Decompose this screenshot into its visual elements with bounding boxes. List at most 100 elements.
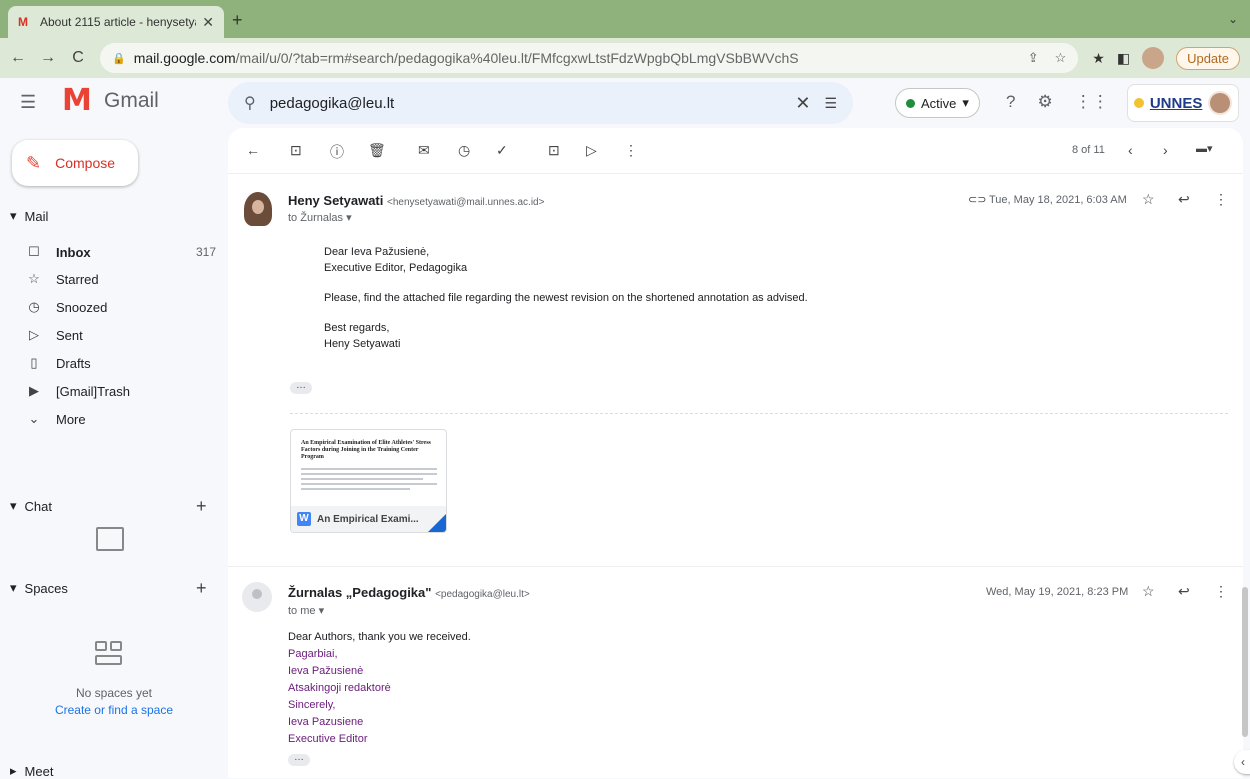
sidebar-item-trash[interactable]: ▶ [Gmail]Trash [26, 383, 216, 399]
attachment-icon: ⊂⊃ [968, 194, 987, 206]
status-label: Active [921, 95, 957, 111]
report-spam-icon[interactable]: ⓘ [330, 142, 344, 162]
main-menu-icon[interactable]: ☰ [20, 92, 36, 113]
sender-name[interactable]: Žurnalas „Pedagogika" [288, 585, 431, 600]
sidebar-item-drafts[interactable]: ▯ Drafts [26, 355, 216, 371]
compose-button[interactable]: ✎ Compose [12, 140, 138, 186]
more-options-icon[interactable]: ⋮ [1214, 191, 1228, 208]
star-icon[interactable]: ☆ [1142, 191, 1155, 208]
mark-unread-icon[interactable]: ✉ [418, 142, 430, 159]
url-path: /mail/u/0/?tab=rm#search/pedagogika%40le… [235, 50, 799, 66]
show-trimmed-content-button[interactable]: … [288, 753, 310, 766]
older-icon[interactable]: › [1163, 142, 1168, 158]
new-chat-plus-icon[interactable]: + [196, 496, 207, 517]
recipient-details[interactable]: to Žurnalas ▾ [288, 211, 352, 224]
gmail-favicon-icon: M [18, 15, 28, 29]
chevron-down-icon: ▾ [962, 95, 969, 110]
apps-grid-icon[interactable]: ⋮⋮ [1075, 92, 1109, 112]
address-bar[interactable]: 🔒 mail.google.com/mail/u/0/?tab=rm#searc… [100, 43, 1079, 73]
chat-section-label: Chat [24, 498, 52, 514]
message-sender: Žurnalas „Pedagogika" <pedagogika@leu.lt… [288, 585, 530, 600]
attachment-card[interactable]: An Empirical Examination of Elite Athlet… [290, 429, 447, 533]
pencil-icon: ✎ [26, 152, 42, 173]
extensions-icon[interactable]: ★ [1092, 50, 1105, 67]
sender-avatar[interactable] [244, 192, 272, 226]
scrollbar-thumb[interactable] [1242, 587, 1248, 737]
settings-gear-icon[interactable]: ⚙ [1037, 92, 1052, 112]
back-to-list-icon[interactable]: ← [246, 142, 260, 158]
recipient-details[interactable]: to me ▾ [288, 604, 324, 617]
reply-icon[interactable]: ↩ [1178, 583, 1190, 600]
chat-section-header[interactable]: ▾ Chat + [10, 496, 207, 516]
clear-search-icon[interactable]: ✕ [795, 93, 810, 114]
bookmark-star-icon[interactable]: ☆ [1055, 50, 1067, 66]
mail-section-header[interactable]: ▾ Mail [10, 208, 48, 224]
meet-section-header[interactable]: ▸ Meet [10, 763, 53, 779]
spaces-section-header[interactable]: ▾ Spaces + [10, 578, 207, 598]
page-counter: 8 of 11 [1072, 144, 1105, 156]
close-tab-icon[interactable]: ✕ [202, 14, 214, 31]
sidebar-item-sent[interactable]: ▷ Sent [26, 327, 216, 343]
body-line: Please, find the attached file regarding… [324, 292, 808, 304]
gmail-logo[interactable]: M Gmail [62, 86, 159, 116]
body-line: Heny Setyawati [324, 338, 401, 350]
delete-icon[interactable]: 🗑 [368, 142, 386, 159]
spaces-section-label: Spaces [24, 580, 68, 596]
input-tools-icon[interactable]: ▬▾ [1196, 142, 1213, 155]
sender-avatar-placeholder[interactable] [242, 582, 272, 612]
star-icon[interactable]: ☆ [1142, 583, 1155, 600]
sidebar-item-label: [Gmail]Trash [56, 383, 130, 399]
show-trimmed-content-button[interactable]: … [290, 381, 312, 394]
search-bar[interactable]: ⚲ pedagogika@leu.lt ✕ ☰ [228, 82, 853, 124]
sender-email: <henysetyawati@mail.unnes.ac.id> [387, 197, 545, 208]
move-to-icon[interactable]: ⊡ [548, 142, 560, 159]
body-line: Best regards, [324, 322, 390, 334]
sidebar-item-starred[interactable]: ☆ Starred [26, 271, 216, 287]
account-switcher[interactable]: UNNES [1127, 84, 1239, 122]
more-options-icon[interactable]: ⋮ [1214, 583, 1228, 600]
sidebar-item-more[interactable]: ⌄ More [26, 411, 216, 427]
doc-corner-fold [428, 514, 446, 532]
signature-line: Pagarbiai, [288, 648, 338, 660]
update-button[interactable]: Update [1176, 46, 1240, 70]
sidebar-item-inbox[interactable]: ☐ Inbox 317 [26, 244, 216, 260]
sidebar-item-label: Starred [56, 271, 99, 287]
reply-icon[interactable]: ↩ [1178, 191, 1190, 208]
search-options-icon[interactable]: ☰ [824, 95, 837, 112]
label-icon[interactable]: ▷ [586, 142, 597, 159]
tab-search-chevron-icon[interactable]: ⌄ [1228, 12, 1238, 26]
message-date: Wed, May 19, 2021, 8:23 PM [986, 586, 1129, 598]
sidebar-item-label: Inbox [56, 244, 91, 260]
share-icon[interactable]: ⇪ [1028, 50, 1039, 66]
attachment-filename: An Empirical Exami... [317, 513, 419, 525]
forward-icon[interactable]: → [40, 49, 56, 67]
new-space-plus-icon[interactable]: + [196, 578, 207, 599]
help-icon[interactable]: ? [1006, 92, 1015, 112]
attachment-preview-title: An Empirical Examination of Elite Athlet… [301, 440, 431, 460]
sidebar-item-label: More [56, 411, 86, 427]
sidebar: ✎ Compose ▾ Mail ☐ Inbox 317 ☆ Starred ◷… [0, 128, 228, 779]
newer-icon[interactable]: ‹ [1128, 142, 1133, 158]
add-task-icon[interactable]: ✓ [496, 142, 508, 159]
new-tab-icon[interactable]: + [232, 10, 243, 31]
snooze-icon[interactable]: ◷ [458, 142, 470, 159]
search-icon[interactable]: ⚲ [244, 93, 256, 113]
browser-tab[interactable]: M About 2115 article - henysetya ✕ [8, 6, 224, 38]
side-panel-icon[interactable]: ◧ [1117, 50, 1130, 67]
reload-icon[interactable]: C [70, 49, 86, 67]
sender-name[interactable]: Heny Setyawati [288, 193, 383, 208]
caret-down-icon: ▾ [10, 208, 17, 223]
sidebar-item-label: Snoozed [56, 299, 108, 315]
message-pane: ← ⊡ ⓘ 🗑 ✉ ◷ ✓ ⊡ ▷ ⋮ 8 of 11 ‹ › ▬▾ Heny … [228, 128, 1243, 778]
sidebar-item-snoozed[interactable]: ◷ Snoozed [26, 299, 216, 315]
search-input[interactable]: pedagogika@leu.lt [270, 95, 782, 112]
gmail-header: ☰ M Gmail ⚲ pedagogika@leu.lt ✕ ☰ Active… [0, 78, 1250, 128]
create-space-link[interactable]: Create or find a space [0, 703, 228, 717]
status-dropdown[interactable]: Active ▾ [895, 88, 980, 118]
profile-avatar[interactable] [1142, 47, 1165, 69]
account-avatar[interactable] [1208, 91, 1232, 115]
archive-icon[interactable]: ⊡ [290, 142, 302, 159]
more-options-icon[interactable]: ⋮ [624, 142, 638, 159]
back-icon[interactable]: ← [10, 49, 26, 67]
active-status-dot [906, 98, 915, 108]
